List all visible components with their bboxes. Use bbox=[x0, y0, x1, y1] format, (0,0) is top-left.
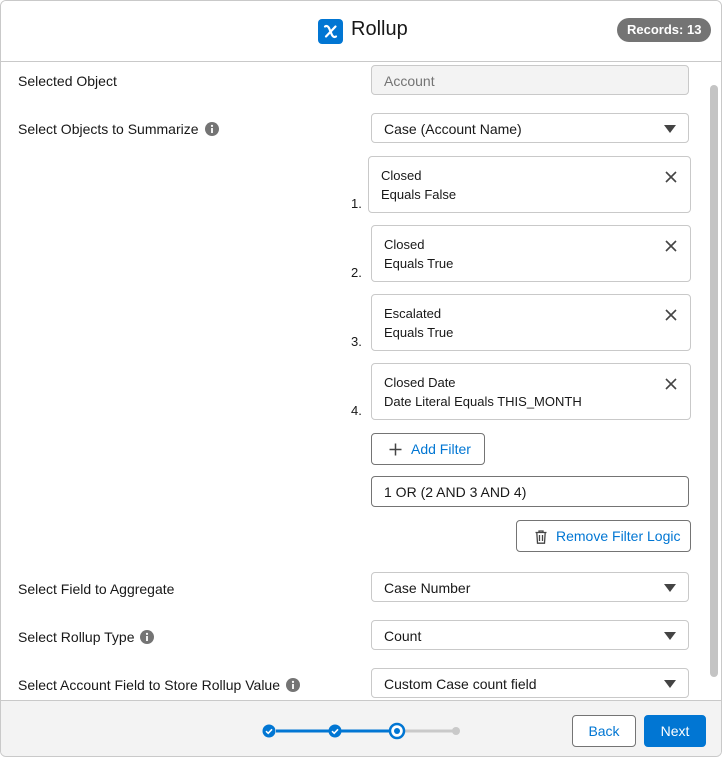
filter-logic-input[interactable]: 1 OR (2 AND 3 AND 4) bbox=[371, 476, 689, 507]
filter-field-name: Closed bbox=[384, 237, 425, 252]
rollup-type-label: Select Rollup Type bbox=[18, 629, 135, 645]
add-filter-button[interactable]: Add Filter bbox=[371, 433, 485, 465]
chevron-down-icon bbox=[664, 125, 676, 133]
close-icon[interactable] bbox=[665, 239, 677, 255]
store-field-value: Custom Case count field bbox=[384, 676, 537, 692]
remove-filter-logic-button[interactable]: Remove Filter Logic bbox=[516, 520, 691, 552]
filter-field-name: Escalated bbox=[384, 306, 442, 321]
rollup-type-select[interactable]: Count bbox=[371, 620, 689, 650]
progress-step-complete[interactable] bbox=[328, 724, 342, 738]
add-filter-label: Add Filter bbox=[411, 441, 471, 457]
filter-card[interactable]: Escalated Equals True bbox=[371, 294, 691, 351]
field-to-aggregate-label: Select Field to Aggregate bbox=[18, 581, 175, 597]
objects-to-summarize-label: Select Objects to Summarize bbox=[18, 121, 199, 137]
rollup-type-value: Count bbox=[384, 628, 422, 644]
info-icon[interactable] bbox=[286, 678, 301, 695]
info-icon[interactable] bbox=[140, 630, 155, 647]
store-field-label: Select Account Field to Store Rollup Val… bbox=[18, 677, 281, 693]
selected-object-field: Account bbox=[371, 65, 689, 95]
filter-condition: Equals True bbox=[384, 325, 454, 340]
selected-object-label: Selected Object bbox=[18, 73, 117, 89]
modal-body: Selected Object Account Select Objects t… bbox=[1, 62, 721, 700]
plus-icon bbox=[389, 443, 402, 459]
close-icon[interactable] bbox=[665, 170, 677, 186]
progress-indicator bbox=[262, 722, 460, 740]
rollup-modal: Rollup Records: 13 Selected Object Accou… bbox=[0, 0, 722, 757]
info-icon[interactable] bbox=[204, 122, 219, 139]
filter-number: 4. bbox=[351, 403, 362, 418]
field-to-aggregate-value: Case Number bbox=[384, 580, 471, 596]
objects-to-summarize-value: Case (Account Name) bbox=[384, 121, 522, 137]
rollup-app-icon bbox=[318, 19, 343, 44]
close-icon[interactable] bbox=[665, 377, 677, 393]
filter-card[interactable]: Closed Equals True bbox=[371, 225, 691, 282]
progress-step-complete[interactable] bbox=[262, 724, 276, 738]
modal-title: Rollup bbox=[351, 18, 408, 40]
next-button[interactable]: Next bbox=[644, 715, 706, 747]
chevron-down-icon bbox=[664, 632, 676, 640]
store-field-select[interactable]: Custom Case count field bbox=[371, 668, 689, 698]
filter-condition: Date Literal Equals THIS_MONTH bbox=[384, 394, 582, 409]
field-to-aggregate-select[interactable]: Case Number bbox=[371, 572, 689, 602]
filter-number: 2. bbox=[351, 265, 362, 280]
progress-step-current[interactable] bbox=[388, 722, 406, 740]
filter-number: 3. bbox=[351, 334, 362, 349]
rollup-type-label-row: Select Rollup Type bbox=[18, 629, 155, 647]
filter-field-name: Closed bbox=[381, 168, 422, 183]
modal-header: Rollup Records: 13 bbox=[1, 1, 721, 62]
filter-condition: Equals True bbox=[384, 256, 454, 271]
filter-field-name: Closed Date bbox=[384, 375, 456, 390]
chevron-down-icon bbox=[664, 584, 676, 592]
filter-card[interactable]: Closed Equals False bbox=[368, 156, 691, 213]
progress-step-incomplete[interactable] bbox=[452, 727, 460, 735]
objects-to-summarize-label-row: Select Objects to Summarize bbox=[18, 121, 219, 139]
filter-condition: Equals False bbox=[381, 187, 457, 202]
records-count-badge: Records: 13 bbox=[617, 18, 712, 42]
remove-filter-logic-label: Remove Filter Logic bbox=[556, 528, 681, 544]
filter-number: 1. bbox=[351, 196, 362, 211]
filter-card[interactable]: Closed Date Date Literal Equals THIS_MON… bbox=[371, 363, 691, 420]
scrollbar[interactable] bbox=[710, 85, 718, 677]
store-field-label-row: Select Account Field to Store Rollup Val… bbox=[18, 677, 301, 695]
close-icon[interactable] bbox=[665, 308, 677, 324]
modal-footer: Back Next bbox=[1, 700, 721, 756]
chevron-down-icon bbox=[664, 680, 676, 688]
trash-icon bbox=[535, 530, 547, 547]
back-button[interactable]: Back bbox=[572, 715, 636, 747]
objects-to-summarize-select[interactable]: Case (Account Name) bbox=[371, 113, 689, 143]
